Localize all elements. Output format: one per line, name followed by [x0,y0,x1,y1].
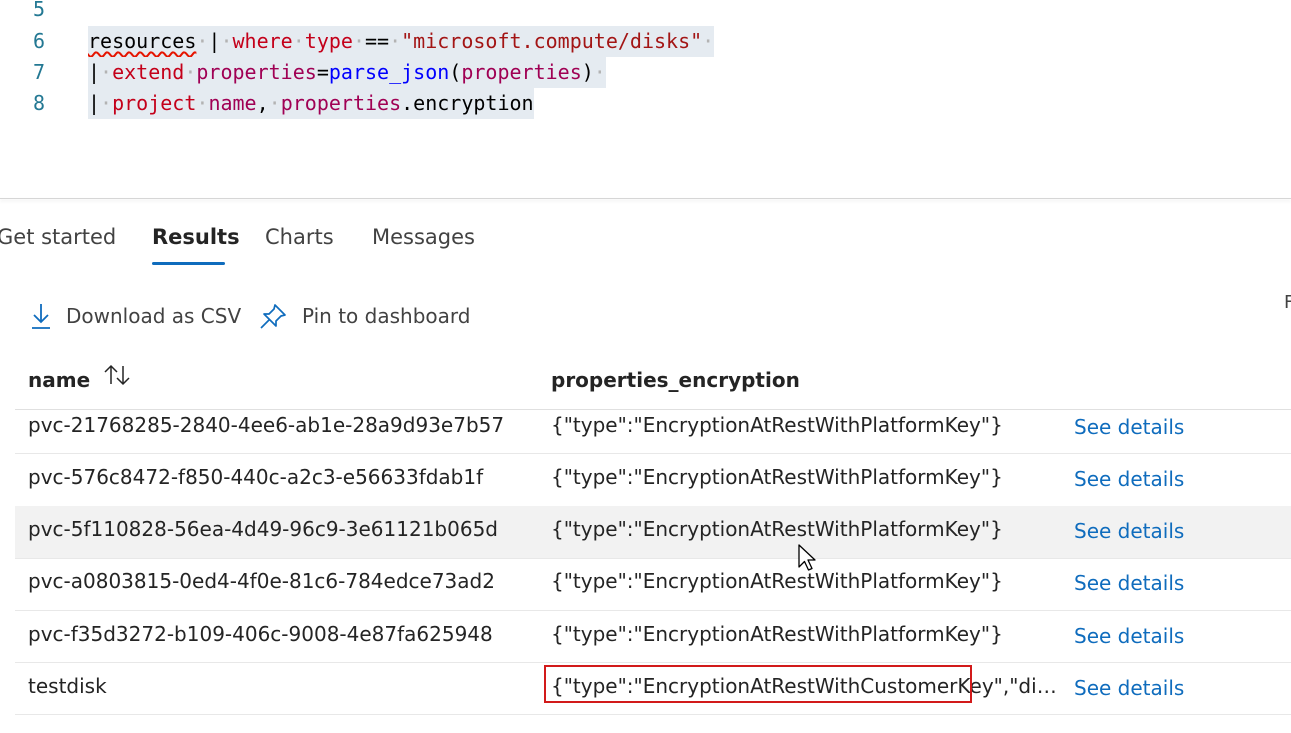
token-comma: , [256,91,269,115]
token-pipe: | [208,29,221,53]
code-line-5: 5 [0,0,1291,25]
column-header-label: name [28,368,91,392]
see-details-link[interactable]: See details [1074,621,1184,651]
download-csv-button[interactable]: Download as CSV [30,296,241,336]
pin-icon [258,302,288,330]
tab-messages[interactable]: Messages [372,216,475,258]
token-member: .encryption [401,91,534,115]
tab-charts[interactable]: Charts [265,216,334,258]
token-operator: = [316,60,329,84]
token-pipe: | [88,91,101,115]
pin-label: Pin to dashboard [302,304,471,328]
token-keyword: where [232,29,293,53]
token-variable: properties [280,91,402,115]
see-details-link[interactable]: See details [1074,516,1184,546]
token-pipe: | [88,60,101,84]
code-text[interactable]: |·project·name,·properties.encryption [88,88,534,119]
table-row[interactable]: pvc-f35d3272-b109-406c-9008-4e87fa625948… [15,610,1291,663]
table-row[interactable]: pvc-576c8472-f850-440c-a2c3-e56633fdab1f… [15,454,1291,507]
tab-get-started[interactable]: Get started [0,216,116,258]
active-tab-indicator [152,262,225,265]
cell-name: pvc-21768285-2840-4ee6-ab1e-28a9d93e7b57 [28,413,505,437]
cell-encryption: {"type":"EncryptionAtRestWithPlatformKey… [551,465,1003,489]
token-operator: == [365,29,390,53]
token-table: resources [88,29,197,53]
cell-name: pvc-a0803815-0ed4-4f0e-81c6-784edce73ad2 [28,569,495,593]
line-number: 7 [32,60,45,84]
tab-results[interactable]: Results [152,216,240,258]
sort-icon[interactable] [102,360,132,400]
panel-splitter[interactable] [0,198,1291,199]
line-number: 5 [32,0,45,21]
download-icon [30,302,52,330]
mouse-pointer-icon [797,543,817,577]
cell-encryption: {"type":"EncryptionAtRestWithPlatformKey… [551,517,1003,541]
download-label: Download as CSV [66,304,242,328]
cell-encryption: {"type":"EncryptionAtRestWithPlatformKey… [551,413,1003,437]
see-details-link[interactable]: See details [1074,464,1184,494]
truncated-toolbar-item[interactable]: F [1284,292,1291,313]
pin-to-dashboard-button[interactable]: Pin to dashboard [258,296,470,336]
table-header: name properties_encryption [15,360,1291,410]
token-string: "microsoft.compute/disks" [401,29,703,53]
token-field: type [304,29,353,53]
see-details-link[interactable]: See details [1074,412,1184,442]
token-function: parse_json [328,60,450,84]
column-header-properties-encryption[interactable]: properties_encryption [551,360,800,400]
line-number: 6 [32,29,45,53]
token-keyword: extend [112,60,185,84]
code-line-8[interactable]: 8 |·project·name,·properties.encryption [0,88,1291,119]
query-editor[interactable]: 5 6 resources·|·where·type·==·"microsoft… [0,0,1291,198]
table-row[interactable]: pvc-a0803815-0ed4-4f0e-81c6-784edce73ad2… [15,558,1291,611]
code-line-6[interactable]: 6 resources·|·where·type·==·"microsoft.c… [0,26,1291,57]
token-paren: ( [449,60,462,84]
token-variable: properties [196,60,317,84]
token-variable: properties [461,60,582,84]
see-details-link[interactable]: See details [1074,568,1184,598]
results-tabs: Get started Results Charts Messages [0,216,1291,266]
cell-name: testdisk [28,674,107,698]
token-variable: name [208,91,257,115]
code-text[interactable]: |·extend·properties=parse_json(propertie… [88,57,606,88]
column-header-label: properties_encryption [551,368,800,392]
code-text[interactable]: resources·|·where·type·==·"microsoft.com… [88,26,715,57]
column-header-name[interactable]: name [28,360,132,400]
token-paren: ) [581,60,594,84]
cell-encryption: {"type":"EncryptionAtRestWithPlatformKey… [551,622,1003,646]
token-keyword: project [112,91,197,115]
cell-name: pvc-576c8472-f850-440c-a2c3-e56633fdab1f [28,465,484,489]
code-line-7[interactable]: 7 |·extend·properties=parse_json(propert… [0,57,1291,88]
line-number: 8 [32,91,45,115]
cell-name: pvc-5f110828-56ea-4d49-96c9-3e61121b065d [28,517,498,541]
see-details-link[interactable]: See details [1074,673,1184,703]
table-row[interactable]: pvc-5f110828-56ea-4d49-96c9-3e61121b065d… [15,506,1291,559]
annotation-highlight-box [544,665,972,703]
cell-name: pvc-f35d3272-b109-406c-9008-4e87fa625948 [28,622,493,646]
table-row[interactable]: pvc-21768285-2840-4ee6-ab1e-28a9d93e7b57… [15,410,1291,454]
